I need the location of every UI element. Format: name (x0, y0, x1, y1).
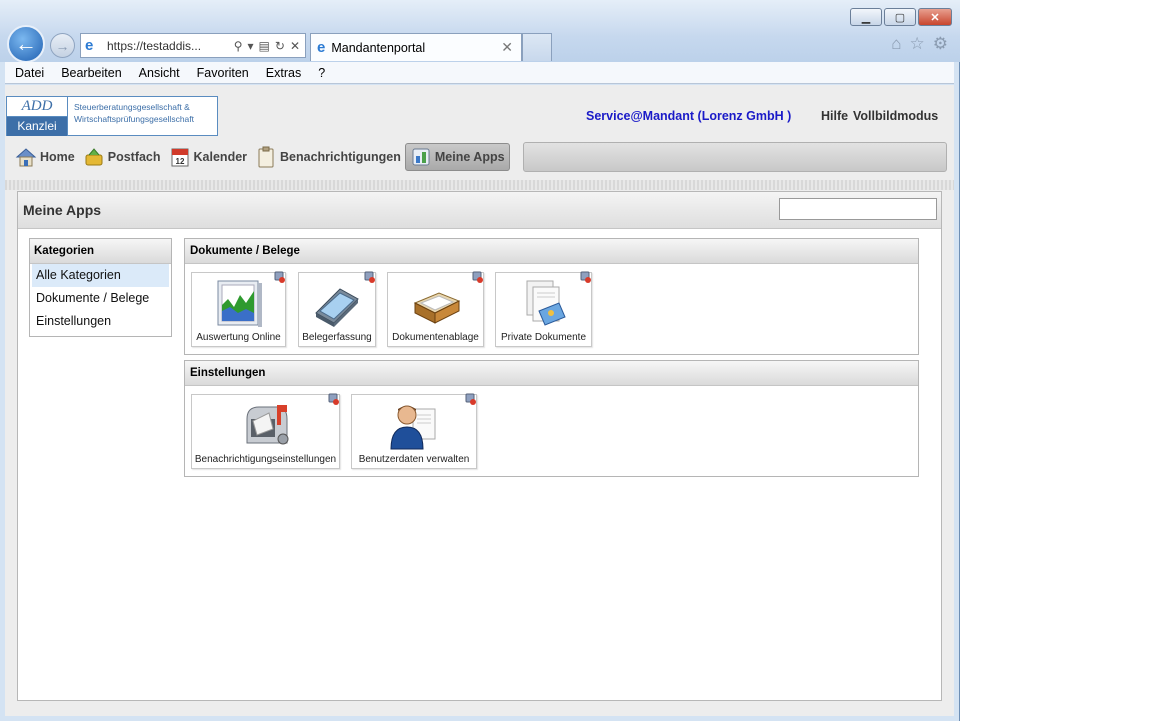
favorites-star-icon[interactable]: ☆ (910, 34, 925, 54)
logo-line1: Steuerberatungsgesellschaft & (74, 102, 190, 112)
fullscreen-link[interactable]: Vollbildmodus (853, 109, 938, 123)
menu-ansicht[interactable]: Ansicht (139, 66, 180, 80)
close-tab-icon[interactable]: ✕ (501, 39, 513, 56)
chart-icon (217, 280, 262, 327)
menu-favoriten[interactable]: Favoriten (197, 66, 249, 80)
user-icon (390, 405, 436, 450)
group-title: Dokumente / Belege (185, 239, 918, 264)
back-arrow-icon[interactable]: ← (7, 25, 45, 63)
address-bar[interactable]: e https://testaddis... ⚲ ▾ ▤ ↻ ✕ (80, 33, 306, 58)
menu-bearbeiten[interactable]: Bearbeiten (61, 66, 121, 80)
app-label: Auswertung Online (196, 332, 281, 343)
pin-icon[interactable] (363, 271, 376, 284)
ie-icon: e (85, 36, 94, 54)
maximize-icon[interactable]: ▢ (884, 8, 916, 26)
scanner-icon (315, 288, 359, 327)
apps-icon (410, 146, 432, 168)
menu-extras[interactable]: Extras (266, 66, 301, 80)
nav-postfach-label: Postfach (107, 150, 161, 164)
group-title: Einstellungen (185, 361, 918, 386)
separator-stripe (5, 180, 954, 190)
app-label: Benachrichtigungseinstellungen (194, 454, 337, 465)
nav-bar-filler (523, 142, 947, 172)
apps-panel: Meine Apps Kategorien Alle Kategorien Do… (17, 191, 942, 701)
nav-home-label: Home (40, 150, 75, 164)
new-tab-button[interactable] (522, 33, 552, 61)
app-label: Dokumentenablage (392, 332, 479, 343)
compat-view-icon[interactable]: ▤ (259, 39, 270, 53)
pin-icon[interactable] (327, 393, 340, 406)
tray-icon (413, 292, 460, 324)
nav-postfach[interactable]: Postfach (79, 143, 165, 171)
category-item-dokumente[interactable]: Dokumente / Belege (32, 287, 169, 310)
close-icon[interactable]: ✕ (918, 8, 952, 26)
app-tile-auswertung[interactable]: Auswertung Online (191, 271, 286, 347)
app-tile-private-dokumente[interactable]: Private Dokumente (495, 271, 592, 347)
clipboard-icon (255, 146, 277, 168)
app-tile-benachrichtigungseinstellungen[interactable]: Benachrichtigungseinstellungen (191, 393, 340, 469)
page-content: ADD Kanzlei Steuerberatungsgesellschaft … (5, 85, 954, 716)
address-url[interactable]: https://testaddis... (107, 39, 234, 53)
main-nav: Home Postfach 12 Kalender Benachrichtigu… (11, 142, 510, 172)
house-icon (15, 146, 37, 168)
dropdown-icon[interactable]: ▾ (248, 39, 254, 53)
group-dokumente: Dokumente / Belege Auswertung Online Bel… (184, 238, 919, 355)
browser-tab[interactable]: e Mandantenportal ✕ (310, 33, 522, 61)
browser-window: ▁ ▢ ✕ ← → e https://testaddis... ⚲ ▾ ▤ ↻… (0, 0, 960, 721)
gear-icon[interactable]: ⚙ (933, 34, 948, 54)
pin-icon[interactable] (579, 271, 592, 284)
nav-meine-apps-label: Meine Apps (434, 150, 505, 164)
menu-help[interactable]: ? (318, 66, 325, 80)
page-title: Meine Apps (23, 202, 102, 218)
nav-home[interactable]: Home (11, 143, 79, 171)
svg-text:12: 12 (175, 157, 184, 166)
help-link[interactable]: Hilfe (821, 109, 848, 123)
app-label: Benutzerdaten verwalten (358, 454, 470, 465)
category-item-einstellungen[interactable]: Einstellungen (32, 310, 169, 333)
title-bar: ▁ ▢ ✕ ← → e https://testaddis... ⚲ ▾ ▤ ↻… (0, 0, 960, 63)
pin-icon[interactable] (464, 393, 477, 406)
refresh-icon[interactable]: ↻ (275, 39, 285, 53)
category-item-alle[interactable]: Alle Kategorien (32, 264, 169, 287)
panel-header: Meine Apps (18, 192, 941, 229)
stop-icon[interactable]: ✕ (290, 39, 300, 53)
home-icon[interactable]: ⌂ (891, 34, 901, 54)
menu-datei[interactable]: Datei (15, 66, 44, 80)
mailbox-settings-icon (246, 405, 288, 445)
logo-line2: Wirtschaftsprüfungsgesellschaft (74, 114, 194, 124)
pin-icon[interactable] (273, 271, 286, 284)
search-icon[interactable]: ⚲ (234, 39, 243, 53)
app-tile-belegerfassung[interactable]: Belegerfassung (298, 271, 376, 347)
window-controls: ▁ ▢ ✕ (850, 8, 952, 26)
ie-icon: e (317, 39, 326, 56)
categories-box: Kategorien Alle Kategorien Dokumente / B… (29, 238, 172, 337)
app-tile-benutzerdaten[interactable]: Benutzerdaten verwalten (351, 393, 477, 469)
nav-benachrichtigungen-label: Benachrichtigungen (280, 150, 401, 164)
group-einstellungen: Einstellungen Benachrichtigungseinstellu… (184, 360, 919, 477)
logo-bottom: Kanzlei (7, 117, 67, 136)
forward-arrow-icon[interactable]: → (50, 33, 75, 58)
calendar-icon: 12 (169, 146, 191, 168)
minimize-icon[interactable]: ▁ (850, 8, 882, 26)
mailbox-icon (83, 146, 105, 168)
pin-icon[interactable] (471, 271, 484, 284)
menu-bar: Datei Bearbeiten Ansicht Favoriten Extra… (5, 62, 954, 84)
company-logo: ADD Kanzlei Steuerberatungsgesellschaft … (6, 96, 218, 136)
search-input[interactable] (779, 198, 937, 220)
nav-kalender-label: Kalender (193, 150, 248, 164)
app-label: Private Dokumente (500, 332, 587, 343)
browser-toolbar-icons: ⌂ ☆ ⚙ (891, 34, 948, 54)
nav-benachrichtigungen[interactable]: Benachrichtigungen (251, 143, 405, 171)
logo-top: ADD (7, 97, 67, 117)
tab-title: Mandantenportal (331, 40, 426, 55)
documents-icon (526, 280, 566, 326)
categories-title: Kategorien (30, 239, 171, 264)
service-link[interactable]: Service@Mandant (Lorenz GmbH ) (586, 109, 791, 123)
app-label: Belegerfassung (302, 332, 372, 343)
nav-kalender[interactable]: 12 Kalender (165, 143, 252, 171)
app-tile-dokumentenablage[interactable]: Dokumentenablage (387, 271, 484, 347)
nav-meine-apps[interactable]: Meine Apps (404, 143, 510, 171)
